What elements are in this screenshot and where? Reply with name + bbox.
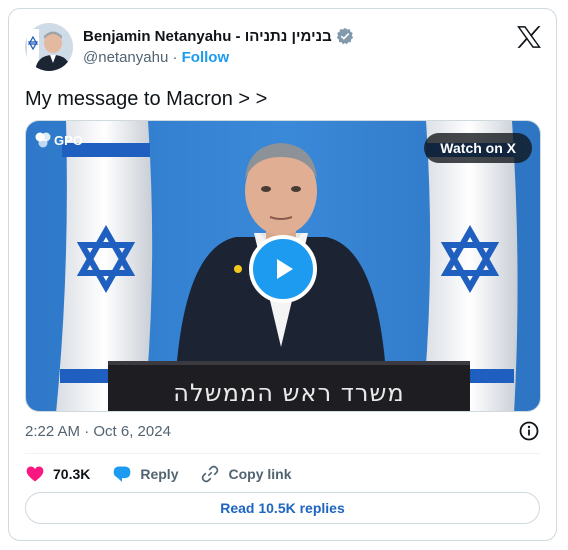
read-replies-button[interactable]: Read 10.5K replies [25,492,540,524]
divider [25,453,540,454]
verified-badge-icon [336,27,353,45]
watch-on-x-button[interactable]: Watch on X [424,133,532,163]
copy-link-button[interactable]: Copy link [200,464,292,484]
tweet-header: Benjamin Netanyahu - בנימין נתניהו @neta… [25,21,542,77]
reply-label: Reply [140,466,179,482]
copy-link-label: Copy link [228,466,292,482]
info-icon[interactable] [518,420,540,442]
gpo-watermark: GPO [34,131,83,149]
gpo-label: GPO [54,132,83,148]
heart-icon [26,466,44,482]
tweet-timestamp[interactable]: 2:22 AM · Oct 6, 2024 [25,423,171,440]
separator-dot: · [172,49,178,66]
reply-bubble-icon [114,466,131,482]
follow-button[interactable]: Follow [182,49,230,66]
play-button[interactable] [249,235,317,303]
gpo-logo-icon [35,132,51,148]
like-button[interactable]: 70.3K [25,464,90,484]
action-bar: 70.3K Reply Copy link [25,461,314,487]
author-handle[interactable]: @netanyahu [83,49,168,66]
x-logo-icon[interactable] [516,25,542,49]
play-icon [277,259,293,279]
tweet-text: My message to Macron > > [25,88,268,110]
handle-line: @netanyahu · Follow [83,49,229,66]
video-player[interactable]: GPO Watch on X משרד ראש הממשלה [25,120,541,412]
avatar[interactable] [25,23,73,71]
reply-button[interactable]: Reply [112,464,178,484]
podium-sign-text: משרד ראש הממשלה [173,379,405,407]
author-name[interactable]: Benjamin Netanyahu - בנימין נתניהו [83,28,332,45]
tweet-embed-card: Benjamin Netanyahu - בנימין נתניהו @neta… [8,8,557,541]
like-count: 70.3K [53,466,91,482]
link-icon [202,465,219,483]
